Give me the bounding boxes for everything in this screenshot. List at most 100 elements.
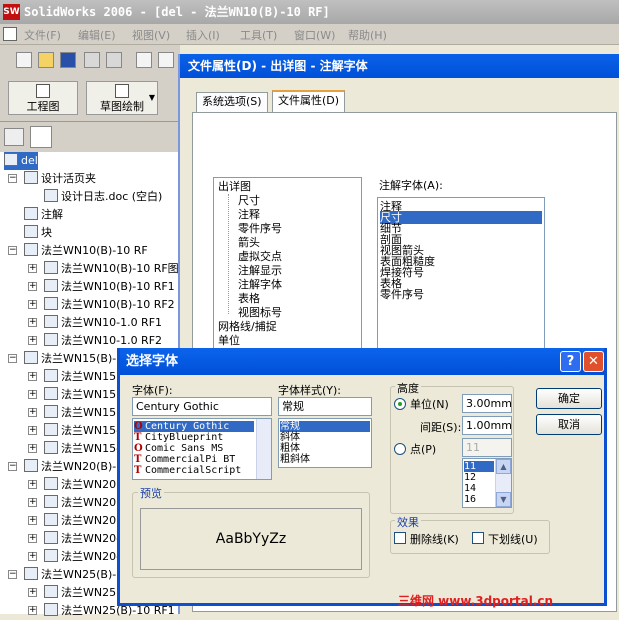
expand-icon[interactable]: +: [28, 516, 37, 525]
point-radio[interactable]: [394, 443, 406, 455]
point-size-item[interactable]: 16: [464, 494, 494, 505]
tree-item[interactable]: 法兰WN25: [44, 584, 116, 602]
strikeout-checkbox[interactable]: [394, 532, 406, 544]
tab-document-properties[interactable]: 文件属性(D): [272, 90, 346, 113]
collapse-icon[interactable]: −: [8, 174, 17, 183]
expand-icon[interactable]: +: [28, 390, 37, 399]
expand-icon[interactable]: +: [28, 264, 37, 273]
new-document-icon[interactable]: [16, 52, 32, 68]
menu-tools[interactable]: 工具(T): [240, 27, 277, 43]
make-assembly-icon[interactable]: [106, 52, 122, 68]
print-icon[interactable]: [136, 52, 152, 68]
expand-icon[interactable]: +: [28, 552, 37, 561]
menu-view[interactable]: 视图(V): [132, 27, 170, 43]
font-style-list[interactable]: 常规 斜体 粗体 粗斜体: [278, 418, 372, 468]
menu-file[interactable]: 文件(F): [24, 27, 61, 43]
print-preview-icon[interactable]: [158, 52, 174, 68]
make-drawing-icon[interactable]: [84, 52, 100, 68]
expand-icon[interactable]: +: [28, 426, 37, 435]
expand-icon[interactable]: +: [28, 444, 37, 453]
scroll-up-icon[interactable]: ▲: [496, 459, 511, 474]
tree-item[interactable]: 法兰WN10(B)-10 RF: [24, 242, 148, 260]
tree-item[interactable]: 注解: [24, 206, 63, 224]
point-list-scrollbar[interactable]: ▲ ▼: [495, 459, 511, 507]
underline-checkbox[interactable]: [472, 532, 484, 544]
expand-icon[interactable]: +: [28, 318, 37, 327]
category-item[interactable]: 表格: [238, 292, 260, 306]
tree-item[interactable]: 法兰WN15-: [44, 440, 120, 458]
font-list-item[interactable]: T CommercialPi BT: [134, 454, 254, 465]
point-size-item[interactable]: 14: [464, 483, 494, 494]
tree-item[interactable]: 设计日志.doc (空白): [44, 188, 162, 206]
tree-item[interactable]: 法兰WN15-: [44, 422, 120, 440]
collapse-icon[interactable]: −: [8, 570, 17, 579]
drawing-button[interactable]: 工程图: [8, 81, 78, 115]
tree-item[interactable]: 块: [24, 224, 52, 242]
tree-item[interactable]: 法兰WN20: [44, 494, 116, 512]
tree-item[interactable]: 法兰WN15: [44, 368, 116, 386]
font-list-item[interactable]: T CityBlueprint: [134, 432, 254, 443]
unit-radio[interactable]: [394, 398, 406, 410]
sketch-dropdown-arrow-icon[interactable]: ▼: [146, 81, 158, 115]
unit-height-field[interactable]: 3.00mm: [462, 394, 512, 413]
category-item[interactable]: 箭头: [238, 236, 260, 250]
expand-icon[interactable]: +: [28, 408, 37, 417]
menu-edit[interactable]: 编辑(E): [78, 27, 116, 43]
expand-icon[interactable]: +: [28, 588, 37, 597]
tree-item[interactable]: 法兰WN10(B)-10 RF1: [44, 278, 175, 296]
cancel-button[interactable]: 取消: [536, 414, 602, 435]
tree-item[interactable]: 法兰WN15: [44, 386, 116, 404]
feature-tree-tab-icon[interactable]: [4, 128, 24, 146]
category-item[interactable]: 单位: [218, 334, 240, 348]
tree-root[interactable]: del: [4, 152, 38, 170]
menu-window[interactable]: 窗口(W): [294, 27, 335, 43]
property-tab-icon[interactable]: [30, 126, 52, 148]
help-button[interactable]: ?: [560, 351, 581, 372]
font-list-item[interactable]: O Comic Sans MS: [134, 443, 254, 454]
category-item[interactable]: 零件序号: [238, 222, 282, 236]
expand-icon[interactable]: +: [28, 300, 37, 309]
tab-system-options[interactable]: 系统选项(S): [196, 92, 268, 112]
category-item[interactable]: 尺寸: [238, 194, 260, 208]
tree-item[interactable]: 法兰WN10(B)-10 RF2: [44, 296, 175, 314]
point-size-item[interactable]: 11: [464, 461, 494, 472]
category-item[interactable]: 虚拟交点: [238, 250, 282, 264]
expand-icon[interactable]: +: [28, 282, 37, 291]
collapse-icon[interactable]: −: [8, 246, 17, 255]
font-style-item[interactable]: 粗斜体: [280, 454, 370, 465]
menu-help[interactable]: 帮助(H): [348, 27, 387, 43]
category-item[interactable]: 视图标号: [238, 306, 282, 320]
point-size-field[interactable]: 11: [462, 438, 512, 457]
point-size-item[interactable]: 12: [464, 472, 494, 483]
expand-icon[interactable]: +: [28, 372, 37, 381]
expand-icon[interactable]: +: [28, 498, 37, 507]
ok-button[interactable]: 确定: [536, 388, 602, 409]
tree-item[interactable]: 法兰WN10(B)-10 RF图: [44, 260, 179, 278]
collapse-icon[interactable]: −: [8, 462, 17, 471]
close-button[interactable]: ✕: [583, 351, 604, 372]
tree-item[interactable]: 设计活页夹: [24, 170, 96, 188]
expand-icon[interactable]: +: [28, 480, 37, 489]
spacing-field[interactable]: 1.00mm: [462, 416, 512, 435]
font-list-item[interactable]: T CommercialScript: [134, 465, 254, 476]
annotation-font-item[interactable]: 零件序号: [380, 288, 542, 301]
font-style-field[interactable]: 常规: [278, 397, 372, 416]
tree-item[interactable]: 法兰WN20: [44, 476, 116, 494]
category-item[interactable]: 注解字体: [238, 278, 282, 292]
font-style-item[interactable]: 斜体: [280, 432, 370, 443]
tree-item[interactable]: 法兰WN20: [44, 512, 116, 530]
tree-item[interactable]: 法兰WN10-1.0 RF1: [44, 314, 162, 332]
tree-item[interactable]: 法兰WN15: [44, 404, 116, 422]
point-size-list[interactable]: 11 12 14 16 ▲ ▼: [462, 458, 512, 508]
font-style-item[interactable]: 常规: [280, 421, 370, 432]
category-item[interactable]: 网格线/捕捉: [218, 320, 277, 334]
category-item[interactable]: 注释: [238, 208, 260, 222]
collapse-icon[interactable]: −: [8, 354, 17, 363]
menu-insert[interactable]: 插入(I): [186, 27, 220, 43]
category-item[interactable]: 出详图: [218, 180, 251, 194]
font-list-scrollbar[interactable]: [256, 419, 271, 479]
font-style-item[interactable]: 粗体: [280, 443, 370, 454]
doc-menu-icon[interactable]: [3, 27, 17, 41]
expand-icon[interactable]: +: [28, 534, 37, 543]
font-list-item[interactable]: O Century Gothic: [134, 421, 254, 432]
